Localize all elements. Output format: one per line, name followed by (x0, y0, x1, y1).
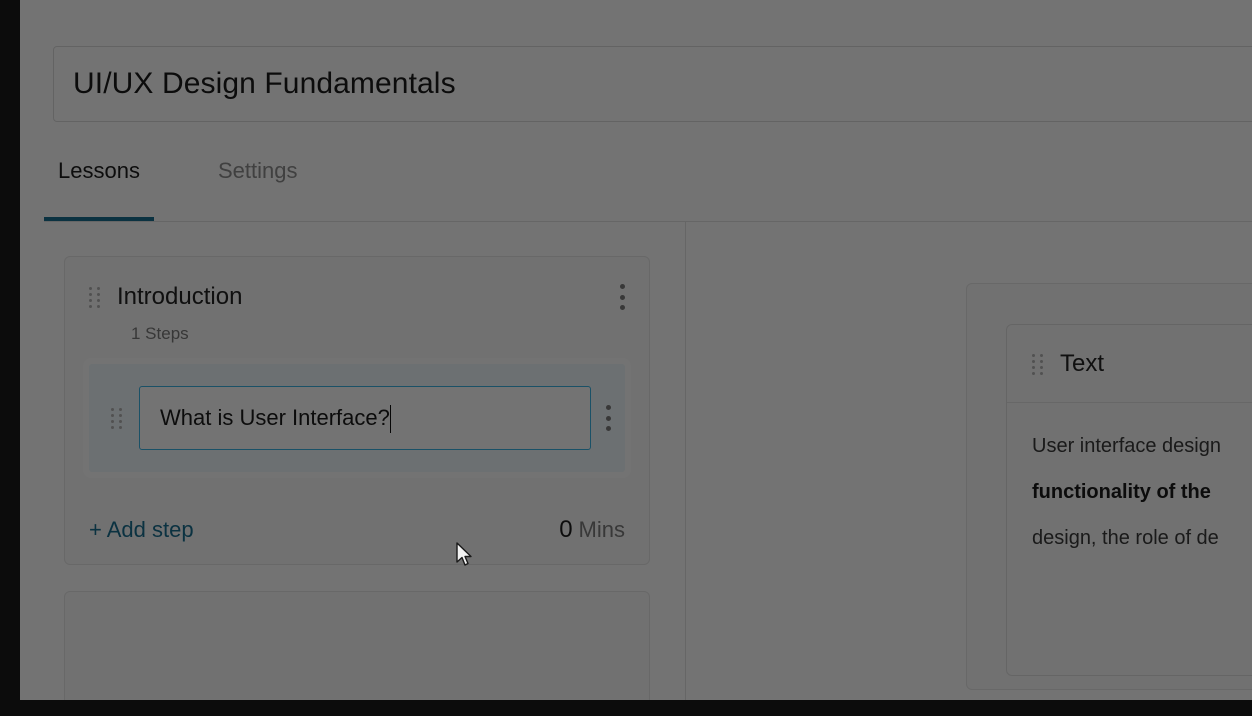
screen-frame: UI/UX Design Fundamentals Lessons Settin… (0, 0, 1252, 716)
lesson-card-next[interactable] (64, 591, 650, 700)
step-row[interactable]: What is User Interface? (89, 364, 625, 472)
app-viewport: UI/UX Design Fundamentals Lessons Settin… (20, 0, 1252, 700)
course-title-text: UI/UX Design Fundamentals (73, 67, 456, 100)
content-paragraph-line-2: functionality of the (1032, 481, 1211, 503)
tab-settings-label: Settings (217, 158, 298, 183)
tab-settings[interactable]: Settings (204, 152, 312, 221)
lessons-pane: Introduction 1 Steps What is User Interf… (44, 222, 686, 700)
kebab-menu-icon[interactable] (605, 405, 611, 431)
content-block-body[interactable]: User interface design functionality of t… (1007, 403, 1252, 561)
lesson-steps-count: 1 Steps (131, 324, 189, 343)
lesson-title: Introduction (117, 283, 243, 310)
content-block-text[interactable]: Text User interface design functionality… (1006, 324, 1252, 676)
tab-bar: Lessons Settings (44, 152, 1252, 222)
drag-dots-icon[interactable] (89, 287, 101, 308)
step-title-input[interactable]: What is User Interface? (139, 386, 591, 450)
lesson-header: Introduction (89, 279, 625, 315)
lesson-duration-unit: Mins (578, 517, 625, 542)
content-block-header: Text (1007, 325, 1252, 403)
text-caret (389, 405, 391, 433)
content-paragraph-line-1: User interface design (1032, 435, 1221, 457)
content-paragraph-line-3: design, the role of de (1032, 527, 1219, 549)
content-block-title: Text (1060, 349, 1105, 377)
tab-lessons[interactable]: Lessons (44, 152, 154, 221)
drag-dots-icon[interactable] (1032, 353, 1044, 375)
drag-dots-icon[interactable] (111, 408, 123, 429)
lesson-footer: + Add step 0 Mins (89, 516, 625, 544)
lesson-duration-value: 0 (559, 516, 573, 543)
tab-lessons-label: Lessons (58, 158, 140, 183)
body-split: Introduction 1 Steps What is User Interf… (44, 222, 1252, 700)
step-content-panel: Text User interface design functionality… (966, 283, 1252, 690)
lesson-card-introduction[interactable]: Introduction 1 Steps What is User Interf… (64, 256, 650, 565)
content-pane: Text User interface design functionality… (686, 222, 1252, 700)
add-step-button[interactable]: + Add step (89, 517, 194, 543)
kebab-menu-icon[interactable] (619, 284, 625, 310)
lesson-duration: 0 Mins (559, 516, 625, 544)
step-title-value: What is User Interface? (160, 405, 390, 430)
course-title-field[interactable]: UI/UX Design Fundamentals (53, 46, 1252, 122)
